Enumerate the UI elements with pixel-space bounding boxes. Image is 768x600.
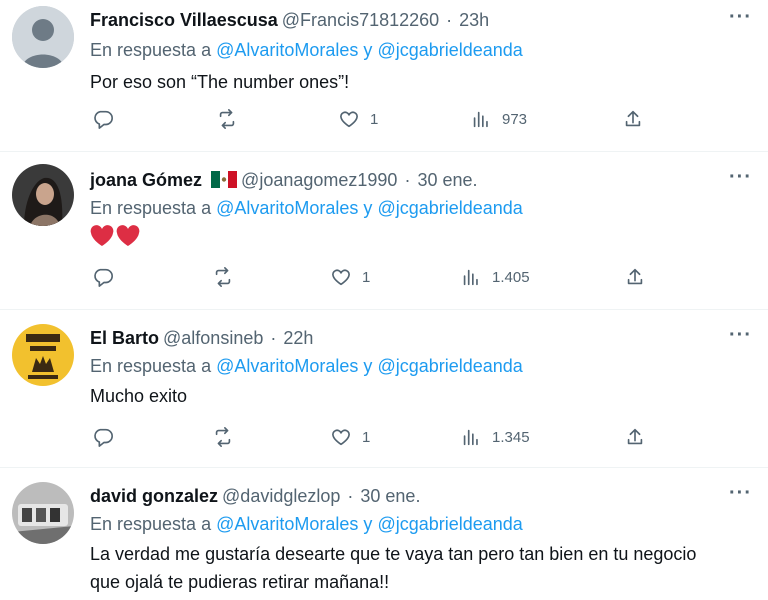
tweet-text: Por eso son “The number ones”! [90, 72, 350, 92]
mexico-flag-icon [211, 171, 238, 188]
share-button[interactable] [622, 108, 644, 130]
timestamp[interactable]: 30 ene. [360, 486, 420, 506]
mention-link[interactable]: @jcgabrieldeanda [377, 356, 522, 376]
tweet-header: david gonzalez @davidglezlop · 30 ene. [90, 486, 421, 506]
tweet-header: joana Gómez @joanagomez1990 · 30 ene. [90, 170, 478, 190]
display-name[interactable]: david gonzalez [90, 486, 218, 506]
user-handle[interactable]: @Francis71812260 [282, 10, 439, 30]
default-avatar-icon [12, 6, 74, 68]
user-handle[interactable]: @joanagomez1990 [241, 170, 397, 190]
timestamp[interactable]: 22h [283, 328, 313, 348]
heart-icon [332, 429, 350, 446]
avatar[interactable] [12, 6, 74, 68]
like-button[interactable]: 1 [330, 266, 370, 288]
like-count: 1 [370, 110, 379, 128]
heart-icon [332, 269, 350, 286]
tweet-text: La verdad me gustaría desearte que te va… [90, 544, 697, 592]
user-handle[interactable]: @alfonsineb [163, 328, 263, 348]
like-count: 1 [362, 428, 371, 446]
like-count: 1 [362, 268, 371, 286]
retweet-button[interactable] [216, 108, 238, 130]
retweet-icon [215, 427, 231, 447]
retweet-icon [219, 109, 235, 129]
two-hearts-emoji-icon [90, 225, 140, 246]
action-bar: 1 973 [90, 108, 690, 134]
reply-button[interactable] [92, 266, 114, 288]
action-bar: 1 1.405 [90, 266, 690, 292]
more-options-icon[interactable]: ··· [729, 166, 752, 189]
reply-icon [94, 110, 113, 129]
bart-avatar-icon [12, 324, 74, 386]
views-button[interactable]: 973 [470, 108, 527, 130]
avatar[interactable] [12, 324, 74, 386]
display-name[interactable]: Francisco Villaescusa [90, 10, 278, 30]
share-button[interactable] [624, 266, 646, 288]
share-button[interactable] [624, 426, 646, 448]
mention-link[interactable]: @AlvaritoMorales [216, 198, 358, 218]
mention-link[interactable]: @jcgabrieldeanda [377, 40, 522, 60]
like-button[interactable]: 1 [338, 108, 378, 130]
share-icon [627, 428, 643, 445]
reply-button[interactable] [92, 108, 114, 130]
view-count: 1.345 [492, 428, 530, 446]
view-count: 973 [502, 110, 528, 128]
action-bar: 1 1.345 [90, 426, 690, 452]
timestamp[interactable]: 30 ene. [417, 170, 477, 190]
views-button[interactable]: 1.345 [460, 426, 530, 448]
tweet[interactable]: david gonzalez @davidglezlop · 30 ene. ··… [0, 468, 768, 600]
tweet-header: Francisco Villaescusa @Francis71812260 · … [90, 10, 490, 30]
mention-link[interactable]: @jcgabrieldeanda [377, 198, 522, 218]
view-count: 1.405 [492, 268, 530, 286]
analytics-icon [463, 429, 478, 446]
tweet-text: Mucho exito [90, 386, 188, 406]
tweet[interactable]: Francisco Villaescusa @Francis71812260 · … [0, 0, 768, 152]
avatar[interactable] [12, 164, 74, 226]
user-handle[interactable]: @davidglezlop [222, 486, 340, 506]
reply-icon [94, 428, 113, 447]
profile-photo-icon [12, 482, 74, 544]
display-name[interactable]: El Barto [90, 328, 159, 348]
tweet-header: El Barto @alfonsineb · 22h [90, 328, 314, 348]
share-icon [627, 268, 643, 285]
profile-photo-icon [12, 164, 74, 226]
retweet-button[interactable] [212, 426, 234, 448]
heart-icon [340, 111, 358, 128]
tweet-text: ❤️❤️ [90, 224, 730, 252]
mention-link[interactable]: @AlvaritoMorales [216, 356, 358, 376]
avatar[interactable] [12, 482, 74, 544]
more-options-icon[interactable]: ··· [729, 6, 752, 29]
reply-button[interactable] [92, 426, 114, 448]
mention-link[interactable]: @AlvaritoMorales [216, 514, 358, 534]
tweet[interactable]: joana Gómez @joanagomez1990 · 30 ene. ··… [0, 152, 768, 310]
analytics-icon [463, 269, 478, 286]
reply-context: En respuesta a @AlvaritoMorales y @jcgab… [90, 514, 523, 534]
retweet-button[interactable] [212, 266, 234, 288]
reply-context: En respuesta a @AlvaritoMorales y @jcgab… [90, 40, 523, 60]
reply-icon [94, 268, 113, 287]
mention-link[interactable]: @AlvaritoMorales [216, 40, 358, 60]
retweet-icon [215, 267, 231, 287]
share-icon [625, 110, 641, 127]
display-name[interactable]: joana Gómez [90, 170, 202, 190]
timestamp[interactable]: 23h [459, 10, 489, 30]
reply-context: En respuesta a @AlvaritoMorales y @jcgab… [90, 198, 523, 218]
like-button[interactable]: 1 [330, 426, 370, 448]
tweet[interactable]: El Barto @alfonsineb · 22h ··· En respues… [0, 310, 768, 468]
analytics-icon [473, 111, 488, 128]
more-options-icon[interactable]: ··· [729, 324, 752, 347]
mention-link[interactable]: @jcgabrieldeanda [377, 514, 522, 534]
reply-context: En respuesta a @AlvaritoMorales y @jcgab… [90, 356, 523, 376]
views-button[interactable]: 1.405 [460, 266, 530, 288]
more-options-icon[interactable]: ··· [729, 482, 752, 505]
